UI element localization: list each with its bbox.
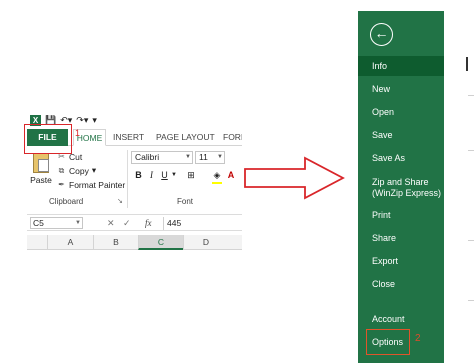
font-size-select[interactable]: 11 ▼ (195, 151, 225, 164)
menu-item-save-as[interactable]: Save As (358, 153, 444, 164)
column-header-a[interactable]: A (47, 235, 93, 250)
paste-button[interactable]: Paste (30, 151, 52, 193)
font-group-label: Font (177, 197, 194, 206)
paintbrush-icon: ✒ (58, 180, 65, 189)
menu-item-account[interactable]: Account (358, 314, 444, 325)
customize-qat-icon[interactable]: ▾ (92, 114, 97, 126)
copy-label: Copy (69, 165, 89, 176)
menu-item-open[interactable]: Open (358, 107, 444, 118)
group-divider (127, 150, 128, 208)
formula-bar: C5 ▼ ✕ ✓ fx 445 (27, 214, 242, 231)
enter-icon[interactable]: ✓ (123, 217, 131, 229)
tab-formulas[interactable]: FORM (223, 129, 242, 146)
menu-item-close[interactable]: Close (358, 279, 444, 290)
panel-divider (468, 95, 474, 96)
step-1-marker: 1 (75, 128, 81, 138)
underline-button[interactable]: U (159, 169, 170, 182)
clipboard-group-label: Clipboard (49, 197, 84, 206)
name-box-value: C5 (33, 218, 44, 228)
font-name-value: Calibri (135, 152, 160, 162)
tab-insert[interactable]: INSERT (113, 129, 144, 146)
menu-item-zip-and-share[interactable]: Zip and Share (WinZip Express) (358, 177, 444, 199)
menu-item-new[interactable]: New (358, 84, 444, 95)
format-painter-button[interactable]: ✒ Format Painter (57, 178, 125, 191)
panel-divider (468, 240, 474, 241)
select-all-corner[interactable] (27, 235, 47, 250)
panel-divider (468, 150, 474, 151)
menu-item-info[interactable]: Info (358, 56, 444, 76)
bold-button[interactable]: B (133, 169, 144, 182)
panel-divider (468, 300, 474, 301)
back-arrow-icon[interactable]: ← (370, 23, 393, 46)
font-name-select[interactable]: Calibri ▼ (131, 151, 193, 164)
format-painter-label: Format Painter (69, 179, 126, 190)
chevron-down-icon: ▼ (75, 220, 81, 226)
home-ribbon: Paste ✂ Cut ⧉ Copy ▾ ✒ Format Painter Cl… (27, 147, 242, 214)
insert-function-icon[interactable]: fx (145, 217, 152, 229)
formula-input[interactable]: 445 (167, 217, 181, 229)
clipboard-launcher-icon[interactable]: ↘ (117, 197, 123, 205)
column-header-c[interactable]: C (138, 235, 183, 250)
italic-button[interactable]: I (146, 169, 157, 182)
fill-color-swatch (212, 182, 222, 184)
backstage-menu: ← Info New Open Save Save As Zip and Sha… (358, 11, 444, 363)
right-arrow-icon (244, 156, 345, 200)
tab-page-layout[interactable]: PAGE LAYOUT (156, 129, 215, 146)
column-headers: A B C D (27, 235, 242, 250)
cancel-icon[interactable]: ✕ (107, 217, 115, 229)
clipboard-paste-icon (33, 153, 49, 173)
underline-dropdown-icon[interactable]: ▼ (171, 169, 177, 182)
menu-item-share[interactable]: Share (358, 233, 444, 244)
file-tab-highlight-box (24, 124, 72, 154)
fill-color-icon[interactable]: ◈ (211, 169, 223, 182)
redo-icon[interactable]: ↷▾ (76, 114, 88, 126)
copy-icon: ⧉ (58, 165, 65, 175)
chevron-down-icon: ▼ (185, 154, 191, 160)
font-color-icon[interactable]: A (226, 169, 236, 182)
borders-icon[interactable]: ⊞ (185, 169, 197, 182)
formula-bar-divider (163, 217, 164, 230)
paste-label: Paste (30, 175, 52, 185)
name-box[interactable]: C5 ▼ (30, 217, 83, 229)
step-2-marker: 2 (415, 333, 421, 344)
menu-item-print[interactable]: Print (358, 210, 444, 221)
copy-button[interactable]: ⧉ Copy ▾ (57, 164, 96, 177)
copy-dropdown-icon[interactable]: ▾ (92, 165, 96, 176)
options-highlight-box (366, 329, 410, 355)
font-size-value: 11 (199, 152, 208, 162)
menu-item-save[interactable]: Save (358, 130, 444, 141)
chevron-down-icon: ▼ (217, 154, 223, 160)
column-header-d[interactable]: D (183, 235, 228, 250)
column-header-b[interactable]: B (93, 235, 138, 250)
info-panel-edge (466, 57, 468, 71)
menu-item-export[interactable]: Export (358, 256, 444, 267)
